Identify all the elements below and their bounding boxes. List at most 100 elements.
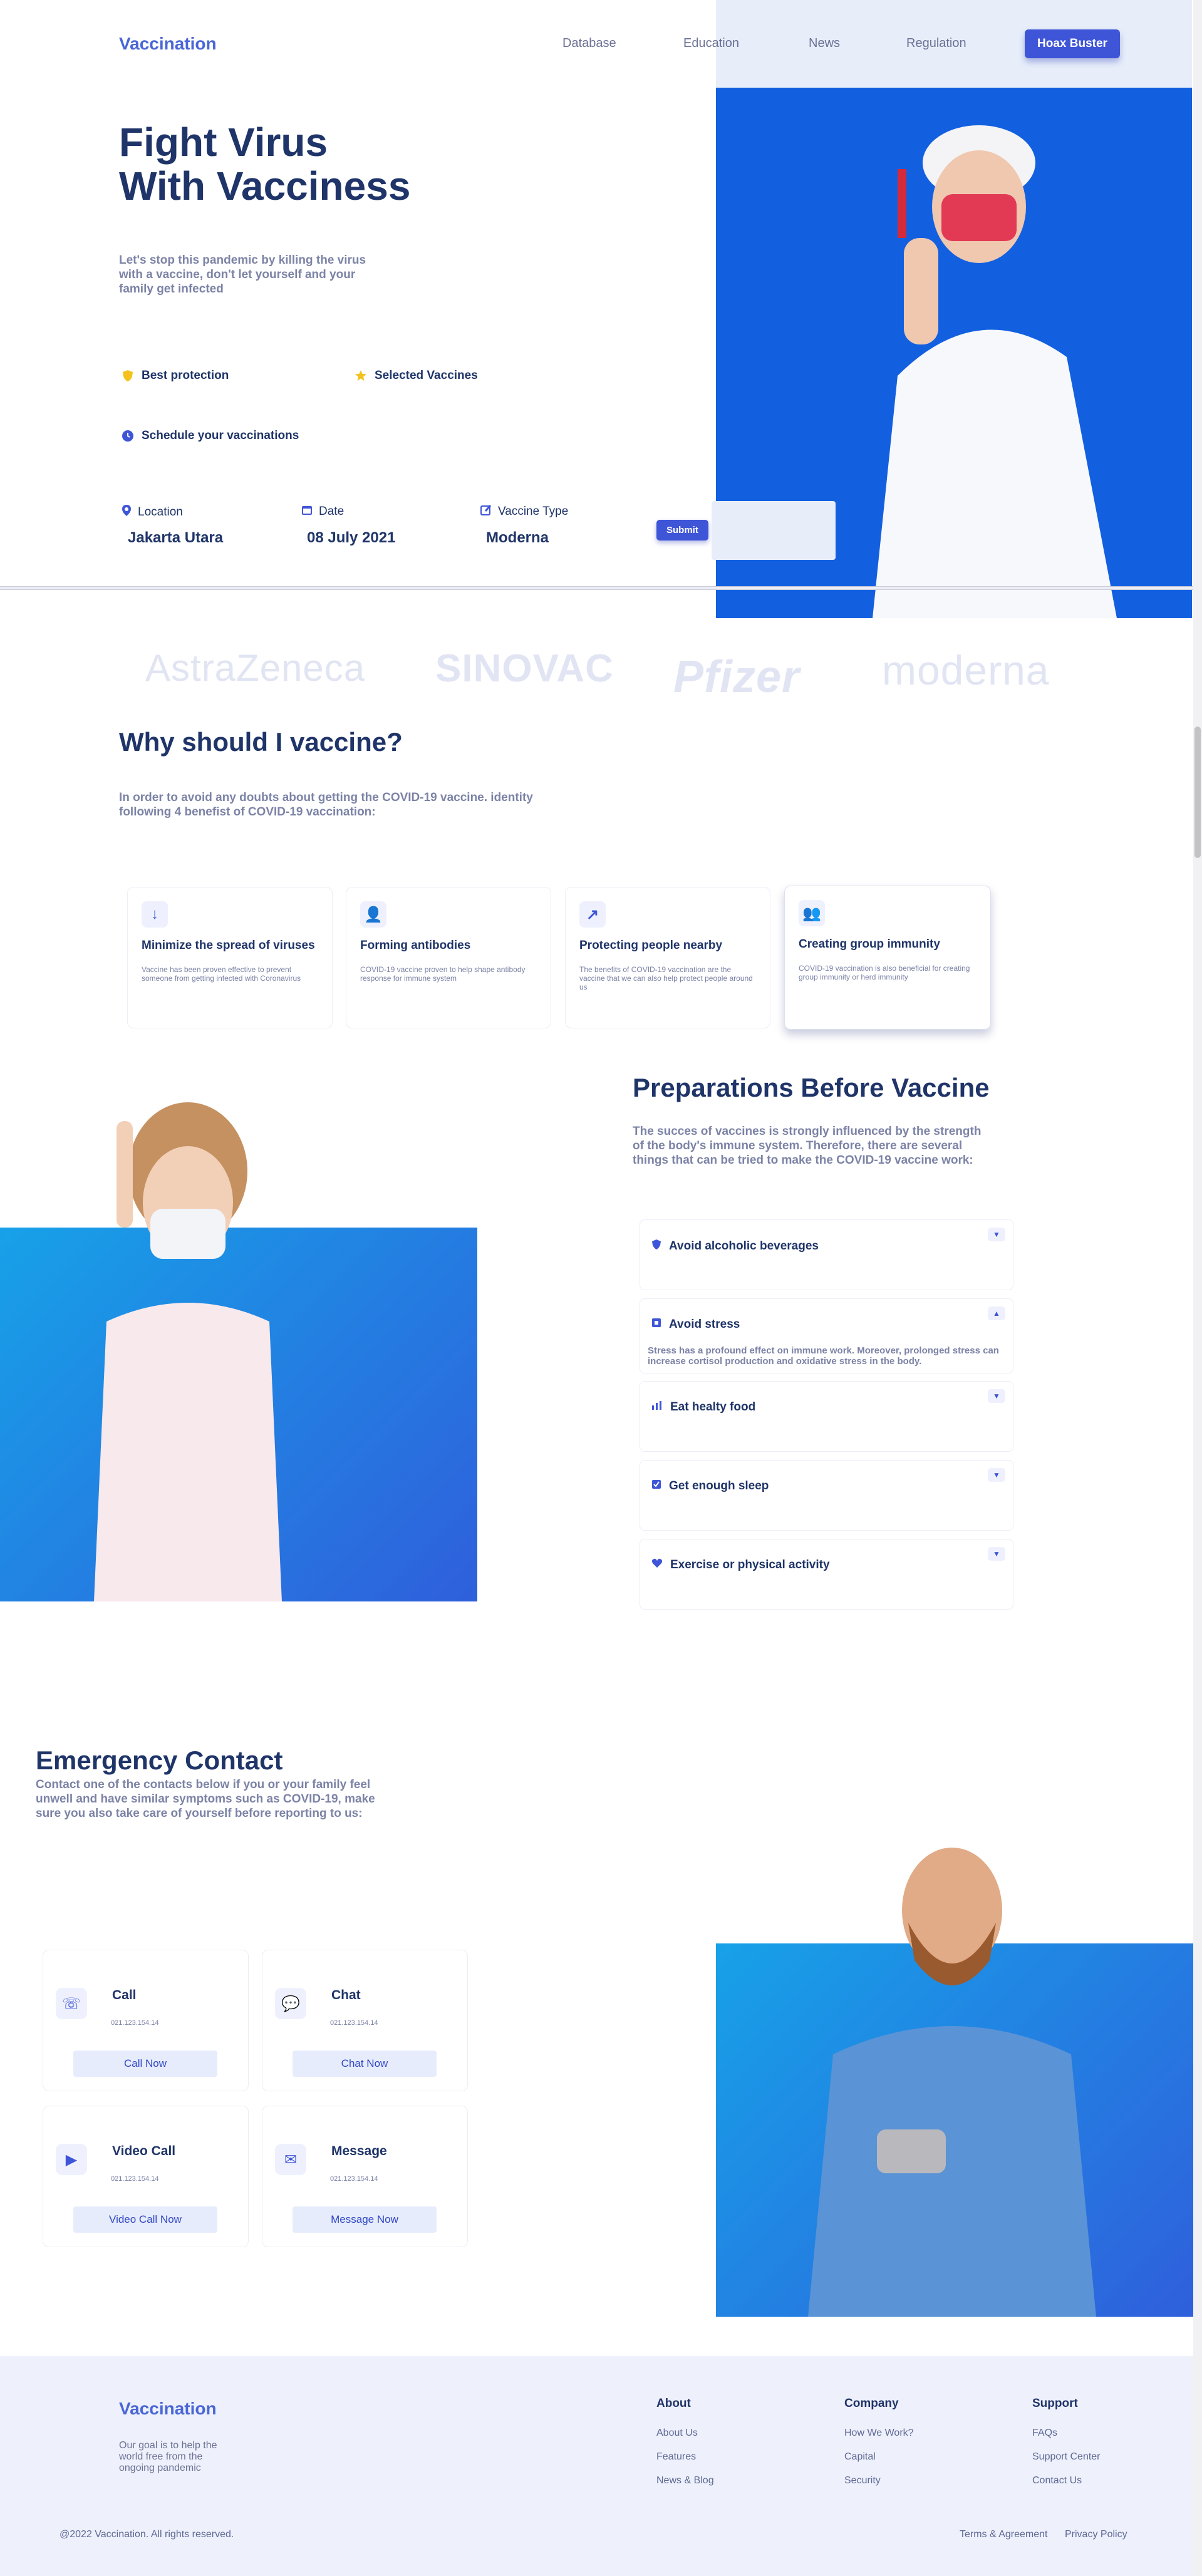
card-text: COVID-19 vaccination is also beneficial … xyxy=(799,964,970,981)
nav-regulation[interactable]: Regulation xyxy=(906,36,966,51)
contact-card-message[interactable]: ✉ Message 021.123.154.14 Message Now xyxy=(262,2106,468,2247)
feature-label: Best protection xyxy=(142,369,229,382)
scrollbar-thumb[interactable] xyxy=(1194,727,1201,858)
nav-news[interactable]: News xyxy=(809,36,840,51)
shield-icon xyxy=(651,1239,661,1254)
footer-logo[interactable]: Vaccination xyxy=(119,2399,217,2419)
prep-title: Preparations Before Vaccine xyxy=(633,1073,990,1102)
contact-number: 021.123.154.14 xyxy=(111,2175,159,2183)
terms-link[interactable]: Terms & Agreement xyxy=(960,2529,1048,2540)
footer-link[interactable]: How We Work? xyxy=(844,2428,914,2439)
footer-link[interactable]: Contact Us xyxy=(1032,2475,1082,2486)
users-icon: 👥 xyxy=(799,900,825,926)
location-field[interactable]: Jakarta Utara xyxy=(128,529,223,547)
brand-moderna: moderna xyxy=(882,647,1050,693)
footer-link[interactable]: About Us xyxy=(656,2428,698,2439)
benefit-card[interactable]: ↗ Protecting people nearby The benefits … xyxy=(565,887,770,1028)
copyright: @2022 Vaccination. All rights reserved. xyxy=(60,2529,234,2540)
footer-link[interactable]: FAQs xyxy=(1032,2428,1057,2439)
message-now-button[interactable]: Message Now xyxy=(293,2206,437,2233)
checkbox-icon xyxy=(651,1479,661,1493)
star-icon xyxy=(355,370,367,382)
card-title: Protecting people nearby xyxy=(579,939,723,952)
benefit-card-active[interactable]: 👥 Creating group immunity COVID-19 vacci… xyxy=(784,886,991,1030)
woman-illustration xyxy=(94,1102,282,1601)
accordion-body: Stress has a profound effect on immune w… xyxy=(648,1345,999,1367)
feature-label: Schedule your vaccinations xyxy=(142,429,299,442)
chevron-down-icon[interactable]: ▼ xyxy=(988,1389,1005,1403)
contact-card-video[interactable]: ▶ Video Call 021.123.154.14 Video Call N… xyxy=(43,2106,249,2247)
square-icon xyxy=(651,1318,661,1332)
scroll-divider xyxy=(0,586,1202,590)
video-camera-icon: ▶ xyxy=(56,2144,87,2175)
privacy-link[interactable]: Privacy Policy xyxy=(1065,2529,1127,2540)
accordion-item[interactable]: Avoid alcoholic beverages ▼ xyxy=(640,1219,1013,1290)
chevron-up-icon[interactable]: ▲ xyxy=(988,1306,1005,1320)
footer-link[interactable]: Support Center xyxy=(1032,2451,1101,2463)
footer-link[interactable]: Security xyxy=(844,2475,881,2486)
emergency-subtitle: Contact one of the contacts below if you… xyxy=(36,1778,375,1820)
footer-tagline: Our goal is to help the world free from … xyxy=(119,2440,217,2473)
call-now-button[interactable]: Call Now xyxy=(73,2051,217,2077)
contact-title: Video Call xyxy=(112,2144,176,2158)
emergency-title: Emergency Contact xyxy=(36,1746,283,1775)
card-title: Creating group immunity xyxy=(799,938,940,951)
benefit-card[interactable]: 👤 Forming antibodies COVID-19 vaccine pr… xyxy=(346,887,551,1028)
accordion-title: Eat healty food xyxy=(670,1400,756,1414)
contact-title: Message xyxy=(331,2144,387,2158)
location-pin-icon xyxy=(122,504,132,520)
contact-title: Chat xyxy=(331,1988,361,2002)
accordion-item[interactable]: Get enough sleep ▼ xyxy=(640,1460,1013,1531)
form-panel-edge xyxy=(712,501,836,560)
benefit-card[interactable]: ↓ Minimize the spread of viruses Vaccine… xyxy=(127,887,333,1028)
video-call-now-button[interactable]: Video Call Now xyxy=(73,2206,217,2233)
envelope-icon: ✉ xyxy=(275,2144,306,2175)
vaccine-type-field[interactable]: Moderna xyxy=(486,529,549,547)
footer-link[interactable]: Features xyxy=(656,2451,696,2463)
feature-schedule[interactable]: Schedule your vaccinations xyxy=(122,429,299,443)
user-shield-icon: 👤 xyxy=(360,901,386,928)
contact-card-call[interactable]: ☏ Call 021.123.154.14 Call Now xyxy=(43,1950,249,2091)
submit-button[interactable]: Submit xyxy=(656,520,708,541)
contact-card-chat[interactable]: 💬 Chat 021.123.154.14 Chat Now xyxy=(262,1950,468,2091)
chat-icon: 💬 xyxy=(275,1988,306,2019)
hero-title: Fight Virus With Vacciness xyxy=(119,120,410,208)
date-field[interactable]: 08 July 2021 xyxy=(307,529,395,547)
accordion-item-expanded[interactable]: Avoid stress ▲ Stress has a profound eff… xyxy=(640,1298,1013,1373)
chat-now-button[interactable]: Chat Now xyxy=(293,2051,437,2077)
accordion-item[interactable]: Exercise or physical activity ▼ xyxy=(640,1539,1013,1610)
nav-database[interactable]: Database xyxy=(562,36,616,51)
footer-company-heading: Company xyxy=(844,2397,899,2410)
nav-education[interactable]: Education xyxy=(683,36,739,51)
card-text: COVID-19 vaccine proven to help shape an… xyxy=(360,965,526,983)
scrollbar[interactable] xyxy=(1193,0,1202,2576)
footer-link[interactable]: Capital xyxy=(844,2451,876,2463)
chevron-down-icon[interactable]: ▼ xyxy=(988,1228,1005,1241)
feature-label: Selected Vaccines xyxy=(375,369,478,382)
chevron-down-icon[interactable]: ▼ xyxy=(988,1547,1005,1561)
accordion-title: Avoid stress xyxy=(669,1318,740,1331)
contact-title: Call xyxy=(112,1988,137,2002)
accordion-item[interactable]: Eat healty food ▼ xyxy=(640,1381,1013,1452)
brand-sinovac: SINOVAC xyxy=(435,647,614,690)
logo[interactable]: Vaccination xyxy=(119,34,217,54)
prep-subtitle: The succes of vaccines is strongly influ… xyxy=(633,1125,982,1167)
doctor-illustration xyxy=(808,1848,1096,2317)
clock-icon xyxy=(122,430,134,442)
hoax-buster-button[interactable]: Hoax Buster xyxy=(1025,29,1120,58)
accordion-title: Exercise or physical activity xyxy=(670,1558,830,1571)
contact-number: 021.123.154.14 xyxy=(111,2019,159,2027)
phone-icon: ☏ xyxy=(56,1988,87,2019)
hero-subtitle: Let's stop this pandemic by killing the … xyxy=(119,254,366,296)
contact-number: 021.123.154.14 xyxy=(330,2019,378,2027)
footer-link[interactable]: News & Blog xyxy=(656,2475,714,2486)
brand-pfizer: Pfizer xyxy=(673,652,800,702)
calendar-icon xyxy=(301,504,313,519)
brand-astrazeneca: AstraZeneca xyxy=(145,647,366,689)
feature-best-protection: Best protection xyxy=(122,369,229,383)
chevron-down-icon[interactable]: ▼ xyxy=(988,1468,1005,1482)
feature-selected-vaccines: Selected Vaccines xyxy=(355,369,478,383)
heart-icon xyxy=(651,1558,663,1572)
external-arrow-icon: ↗ xyxy=(579,901,606,928)
chart-icon xyxy=(651,1400,663,1414)
